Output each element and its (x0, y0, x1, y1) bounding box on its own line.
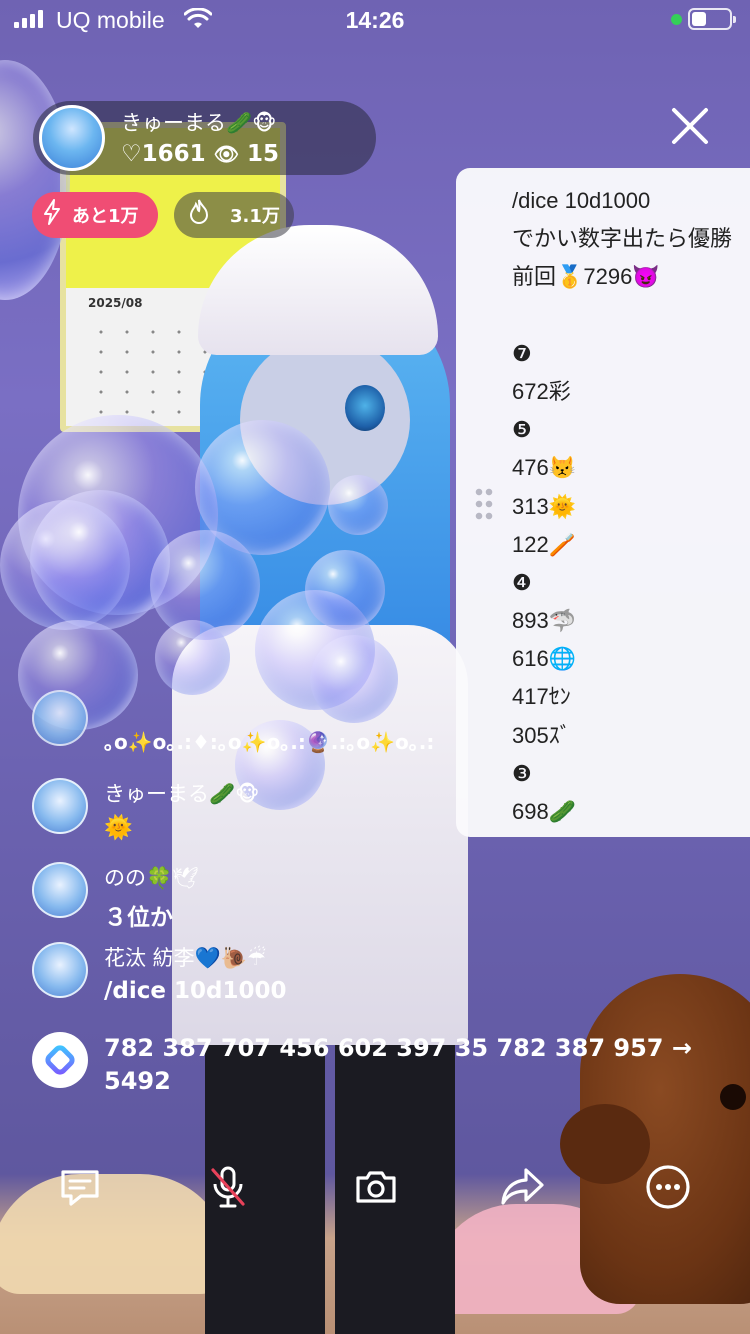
comment-username: きゅーまる🥒🐵 (104, 782, 260, 806)
mic-muted-icon (211, 1166, 245, 1208)
camera-button[interactable] (344, 1155, 408, 1219)
lightning-icon (32, 199, 72, 231)
like-count: ♡1661 (121, 141, 206, 167)
panel-line: 616🌐 (512, 646, 577, 672)
comment-item[interactable]: 花汰 紡李💙🐌☔ /dice 10d1000 (32, 942, 712, 1004)
comment-text: 🌞 (104, 815, 133, 841)
privacy-indicator-icon (671, 14, 682, 25)
panel-line: 893🦈 (512, 608, 577, 634)
host-info[interactable]: きゅーまる🥒🐵 ♡1661 👁 15 (33, 101, 376, 175)
boost-button[interactable]: あと1万 (32, 192, 158, 238)
panel-line: ❼ (512, 340, 532, 366)
panel-line: 313🌞 (512, 493, 577, 519)
share-button[interactable] (490, 1155, 554, 1219)
avatar-eye (345, 385, 385, 431)
battery-icon (688, 8, 736, 30)
host-avatar[interactable] (39, 105, 105, 171)
host-name: きゅーまる🥒🐵 (121, 111, 277, 135)
heat-button[interactable]: 3.1万 (174, 192, 294, 238)
panel-line: ❹ (512, 569, 532, 595)
avatar-cap (198, 225, 438, 355)
comment-avatar[interactable] (32, 690, 88, 746)
eye-icon: 👁 (213, 142, 240, 166)
camera-icon (356, 1171, 396, 1203)
calendar-month: 2025/08 (88, 296, 143, 310)
comment-username: のの🍀🕊 (104, 866, 199, 890)
comment-text: ３位か (104, 905, 173, 931)
panel-line: 前回🥇7296😈 (512, 264, 660, 290)
boost-label: あと1万 (72, 206, 139, 227)
comment-username: 花汰 紡李💙🐌☔ (104, 946, 266, 970)
bubble (30, 490, 170, 630)
panel-line: ❺ (512, 417, 532, 443)
mic-toggle-button[interactable] (196, 1155, 260, 1219)
panel-line: 476😾 (512, 455, 577, 481)
comment-icon (61, 1170, 99, 1206)
comment-avatar[interactable] (32, 778, 88, 834)
clock: 14:26 (345, 7, 405, 33)
heat-label: 3.1万 (230, 206, 280, 227)
comment-text: ｡o✨o｡.:♦:｡o✨o｡.:🔮.:｡o✨o｡.: (104, 730, 435, 754)
system-logo-icon (32, 1032, 88, 1088)
comment-text: /dice 10d1000 (104, 978, 287, 1004)
panel-line (512, 297, 732, 335)
more-icon (646, 1165, 690, 1209)
share-icon (501, 1168, 544, 1205)
bottom-action-bar (0, 1155, 750, 1219)
host-stats: ♡1661 👁 15 (121, 141, 279, 167)
comment-avatar[interactable] (32, 942, 88, 998)
plush-horse (560, 974, 750, 1304)
bubble (305, 550, 385, 630)
bubble (328, 475, 388, 535)
panel-line: でかい数字出たら優勝 (512, 226, 733, 252)
flame-icon (174, 198, 224, 232)
drag-handle-icon[interactable] (474, 486, 494, 522)
comment-item[interactable]: のの🍀🕊 ３位か (32, 862, 712, 931)
panel-line: /dice 10d1000 (512, 188, 651, 213)
close-icon[interactable] (668, 104, 712, 148)
comment-item[interactable]: ｡o✨o｡.:♦:｡o✨o｡.:🔮.:｡o✨o｡.: (32, 690, 712, 756)
more-button[interactable] (636, 1155, 700, 1219)
comment-button[interactable] (48, 1155, 112, 1219)
viewer-count: 15 (247, 141, 280, 167)
bubble (155, 620, 230, 695)
system-message-text: 782 387 707 456 602 397 35 782 387 957 →… (104, 1034, 692, 1095)
system-message: 782 387 707 456 602 397 35 782 387 957 →… (32, 1032, 712, 1104)
comment-avatar[interactable] (32, 862, 88, 918)
panel-line: 122🪥 (512, 531, 577, 557)
comment-item[interactable]: きゅーまる🥒🐵 🌞 (32, 778, 712, 841)
panel-line: 672彩 (512, 378, 571, 404)
status-bar: UQ mobile 14:26 (0, 0, 750, 40)
